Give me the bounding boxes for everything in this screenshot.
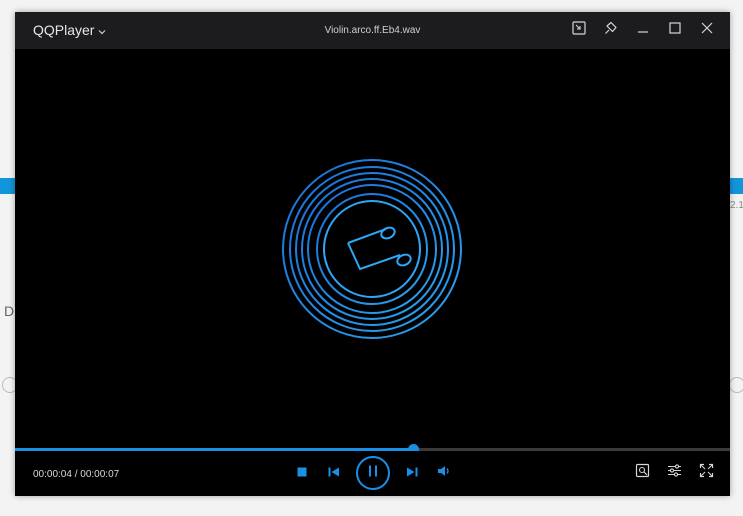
time-display: 00:00:04 / 00:00:07 (33, 469, 119, 480)
close-button[interactable] (694, 19, 720, 41)
pin-button[interactable] (598, 19, 624, 41)
background-close-circle-icon (729, 377, 743, 393)
stop-button[interactable] (286, 455, 318, 491)
current-time: 00:00:04 (33, 469, 72, 480)
background-accent-strip (0, 178, 15, 194)
stop-icon (297, 464, 307, 482)
volume-button[interactable] (428, 455, 460, 491)
background-number: 2.1 (730, 200, 743, 211)
mini-mode-button[interactable] (566, 19, 592, 41)
background-accent-strip (729, 178, 743, 194)
player-window: QQPlayer Violin.arco.ff.Eb4.wav 00:00:04… (15, 12, 730, 496)
music-disc-icon (282, 159, 462, 344)
video-area[interactable] (15, 49, 730, 447)
pause-button[interactable] (356, 456, 390, 490)
settings-icon (667, 463, 682, 483)
tool-controls (630, 461, 718, 485)
close-icon (700, 21, 714, 40)
pause-icon (368, 464, 378, 482)
title-bar: QQPlayer Violin.arco.ff.Eb4.wav (15, 12, 730, 49)
settings-button[interactable] (662, 461, 686, 485)
total-time: 00:00:07 (80, 469, 120, 480)
previous-icon (328, 464, 340, 482)
minimize-icon (636, 21, 650, 40)
volume-icon (437, 464, 451, 482)
maximize-button[interactable] (662, 19, 688, 41)
background-text: D (4, 303, 15, 319)
screenshot-icon (635, 463, 650, 483)
transport-controls (286, 455, 460, 491)
next-icon (406, 464, 418, 482)
screenshot-button[interactable] (630, 461, 654, 485)
fullscreen-icon (699, 463, 714, 483)
previous-button[interactable] (318, 455, 350, 491)
next-button[interactable] (396, 455, 428, 491)
mini-mode-icon (572, 20, 586, 40)
fullscreen-button[interactable] (694, 461, 718, 485)
maximize-icon (668, 21, 682, 40)
minimize-button[interactable] (630, 19, 656, 41)
pin-icon (604, 21, 618, 40)
control-bar: 00:00:04 / 00:00:07 (15, 451, 730, 496)
window-controls (566, 19, 720, 41)
